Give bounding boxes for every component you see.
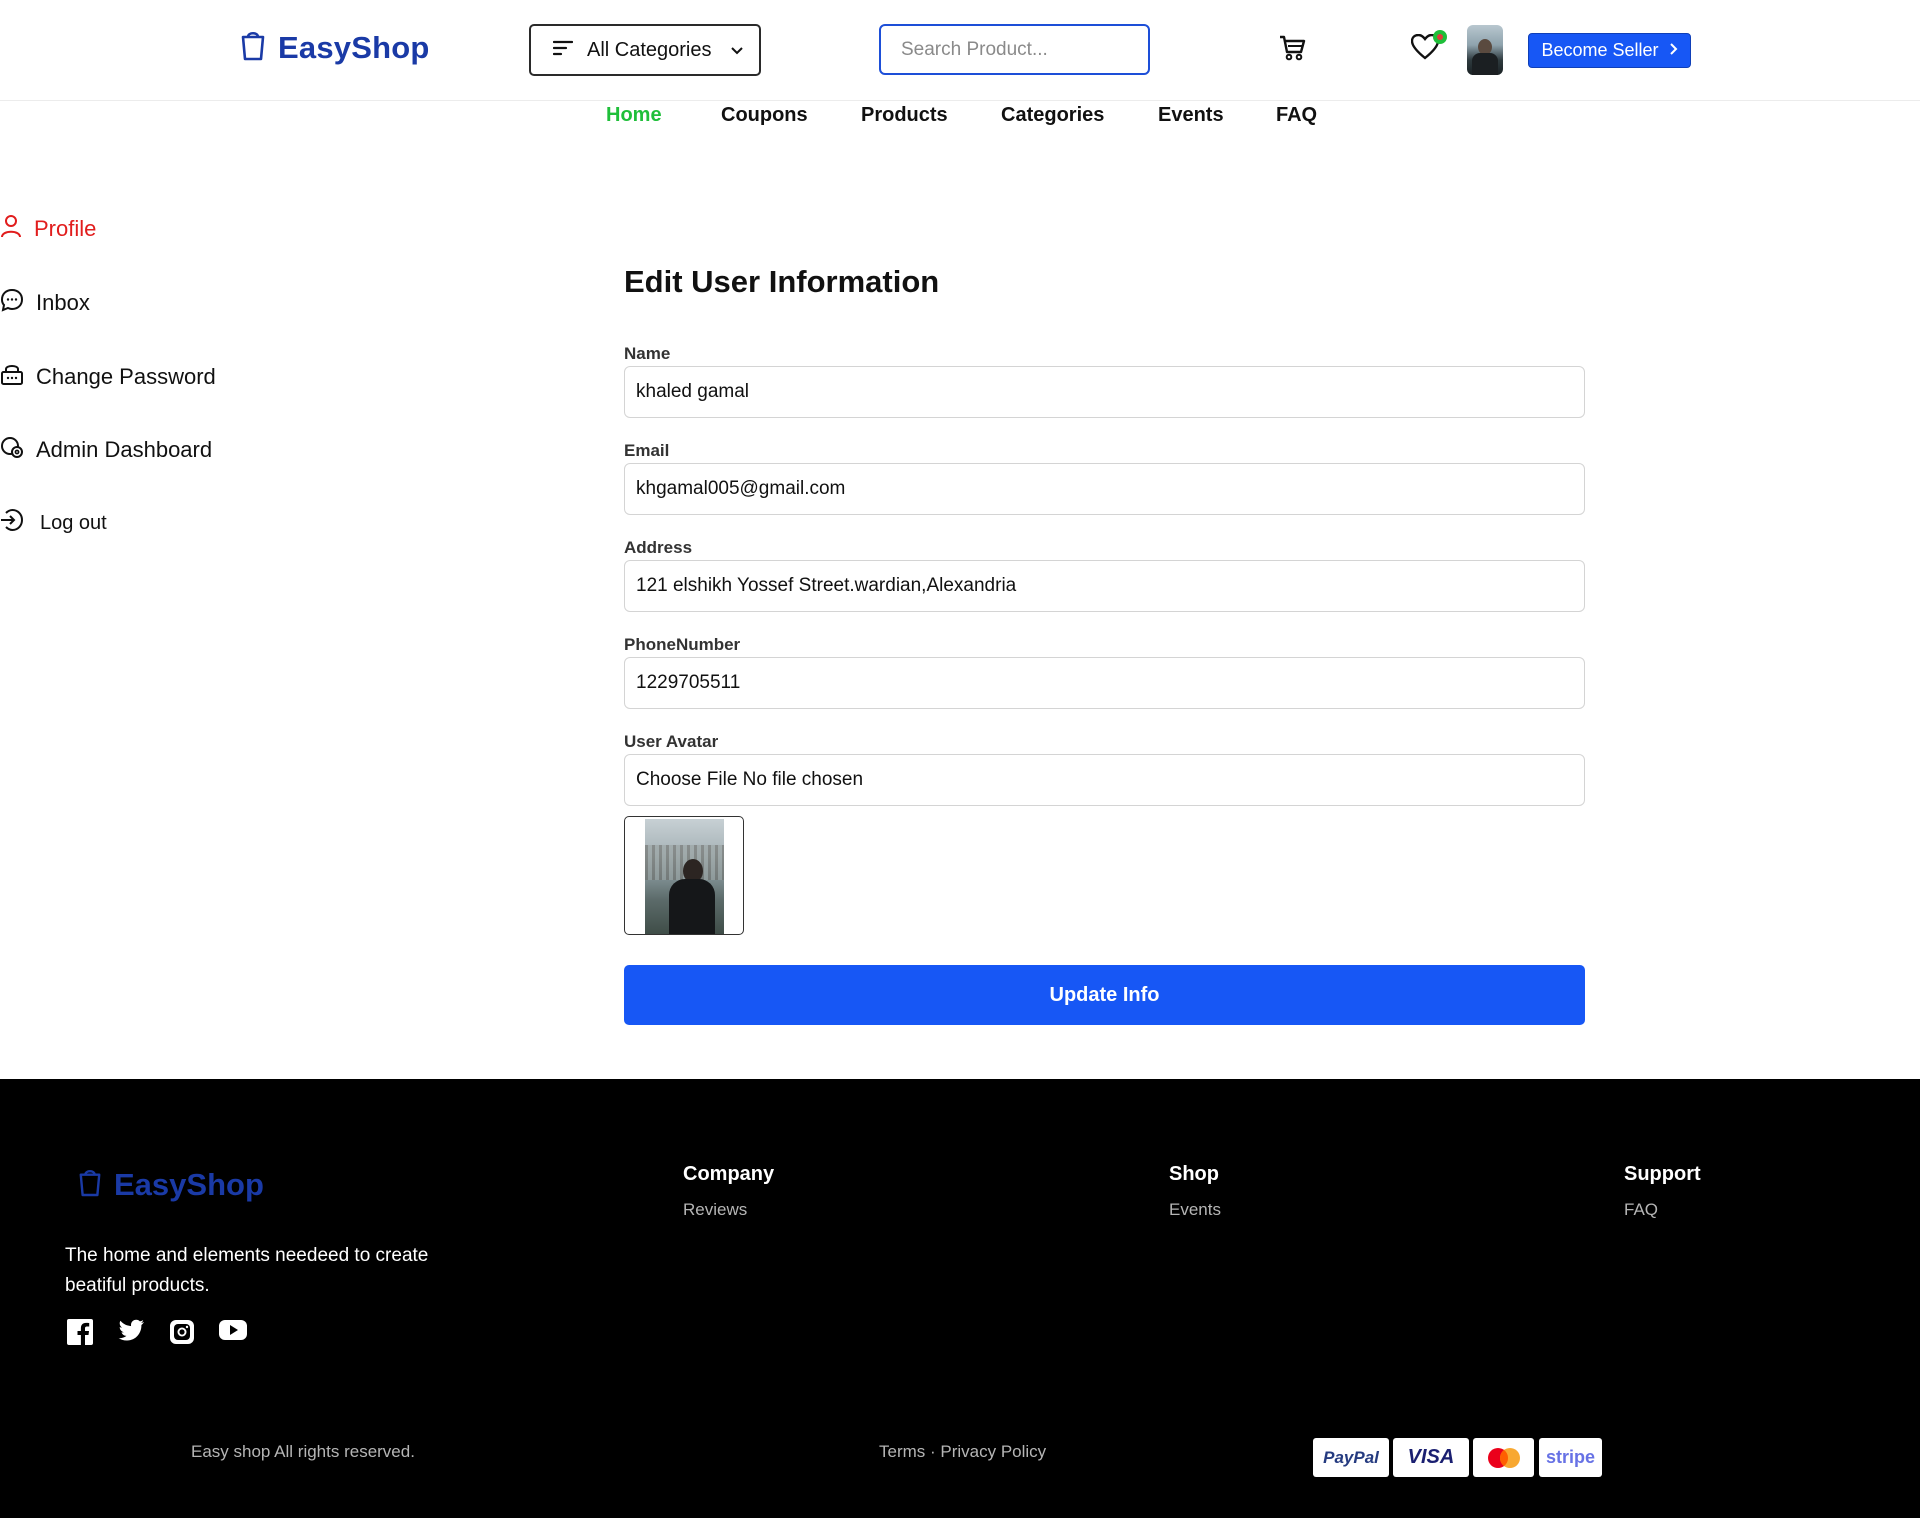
sidebar-item-label: Log out [40, 511, 107, 534]
footer-col-shop-title: Shop [1169, 1163, 1219, 1185]
sidebar-item-admin-dashboard[interactable]: Admin Dashboard [0, 435, 212, 465]
social-links [67, 1319, 247, 1350]
sidebar-item-inbox[interactable]: Inbox [0, 288, 90, 318]
sidebar-item-label: Change Password [36, 364, 216, 389]
avatar-preview-image [624, 816, 744, 935]
phone-label: PhoneNumber [624, 635, 741, 654]
wishlist-badge [1433, 30, 1447, 44]
footer-logo[interactable]: EasyShop [78, 1167, 264, 1203]
legal-links[interactable]: Terms · Privacy Policy [879, 1442, 1046, 1462]
visa-logo: VISA [1393, 1438, 1469, 1477]
admin-icon [0, 435, 24, 465]
site-header: EasyShop All Categories Become Seller [0, 0, 1920, 101]
footer-link-events[interactable]: Events [1169, 1200, 1221, 1220]
menu-lines-icon [552, 39, 574, 62]
nav-products[interactable]: Products [861, 104, 948, 127]
footer-logo-text: EasyShop [114, 1167, 264, 1202]
twitter-icon[interactable] [117, 1319, 145, 1350]
become-seller-button[interactable]: Become Seller [1528, 33, 1691, 68]
shopping-bag-icon [240, 31, 266, 66]
chevron-right-icon [1669, 40, 1678, 61]
nav-coupons[interactable]: Coupons [721, 104, 808, 127]
sidebar-item-change-password[interactable]: Change Password [0, 362, 216, 392]
footer-link-faq[interactable]: FAQ [1624, 1200, 1658, 1220]
wishlist-heart-icon[interactable] [1410, 30, 1447, 65]
nav-faq[interactable]: FAQ [1276, 104, 1317, 127]
page-title: Edit User Information [624, 264, 940, 299]
sidebar-item-label: Profile [34, 216, 97, 241]
youtube-icon[interactable] [219, 1319, 247, 1350]
nav-events[interactable]: Events [1158, 104, 1224, 127]
header-logo[interactable]: EasyShop [240, 30, 429, 66]
avatar[interactable] [1467, 25, 1503, 75]
name-label: Name [624, 344, 671, 363]
email-label: Email [624, 441, 670, 460]
all-categories-dropdown[interactable]: All Categories [529, 24, 761, 76]
facebook-icon[interactable] [67, 1319, 93, 1350]
avatar-label: User Avatar [624, 732, 719, 751]
name-field[interactable]: khaled gamal [624, 366, 1585, 418]
address-field[interactable]: 121 elshikh Yossef Street.wardian,Alexan… [624, 560, 1585, 612]
logout-icon [0, 508, 24, 538]
avatar-file-input[interactable]: Choose File No file chosen [624, 754, 1585, 806]
email-field[interactable]: khgamal005@gmail.com [624, 463, 1585, 515]
nav-home[interactable]: Home [606, 104, 662, 127]
footer-description: The home and elements needeed to create … [65, 1245, 429, 1296]
footer-col-support-title: Support [1624, 1163, 1701, 1185]
sidebar-item-label: Inbox [36, 290, 90, 315]
site-footer: EasyShop The home and elements needeed t… [0, 1079, 1920, 1518]
cart-icon[interactable] [1278, 34, 1306, 67]
chevron-down-icon [730, 39, 744, 62]
sidebar-item-logout[interactable]: Log out [0, 508, 107, 538]
footer-col-company-title: Company [683, 1163, 775, 1185]
nav-categories[interactable]: Categories [1001, 104, 1104, 127]
categories-label: All Categories [587, 38, 712, 61]
logo-text: EasyShop [278, 30, 430, 65]
stripe-logo: stripe [1539, 1438, 1602, 1477]
mastercard-logo [1473, 1438, 1534, 1477]
update-info-button[interactable]: Update Info [624, 965, 1585, 1025]
main-nav: Home Coupons Products Categories Events … [0, 104, 1920, 130]
instagram-icon[interactable] [169, 1319, 195, 1350]
search-input[interactable] [879, 24, 1150, 75]
chat-icon [0, 288, 24, 318]
sidebar-item-label: Admin Dashboard [36, 437, 213, 462]
copyright-text: Easy shop All rights reserved. [191, 1442, 415, 1461]
user-icon [0, 214, 22, 244]
footer-link-reviews[interactable]: Reviews [683, 1200, 747, 1220]
lock-icon [0, 362, 24, 392]
paypal-logo: PayPal [1313, 1438, 1389, 1477]
sidebar-item-profile[interactable]: Profile [0, 214, 96, 244]
become-seller-label: Become Seller [1541, 40, 1659, 60]
phone-field[interactable]: 1229705511 [624, 657, 1585, 709]
shopping-bag-icon [78, 1169, 102, 1202]
address-label: Address [624, 538, 693, 557]
